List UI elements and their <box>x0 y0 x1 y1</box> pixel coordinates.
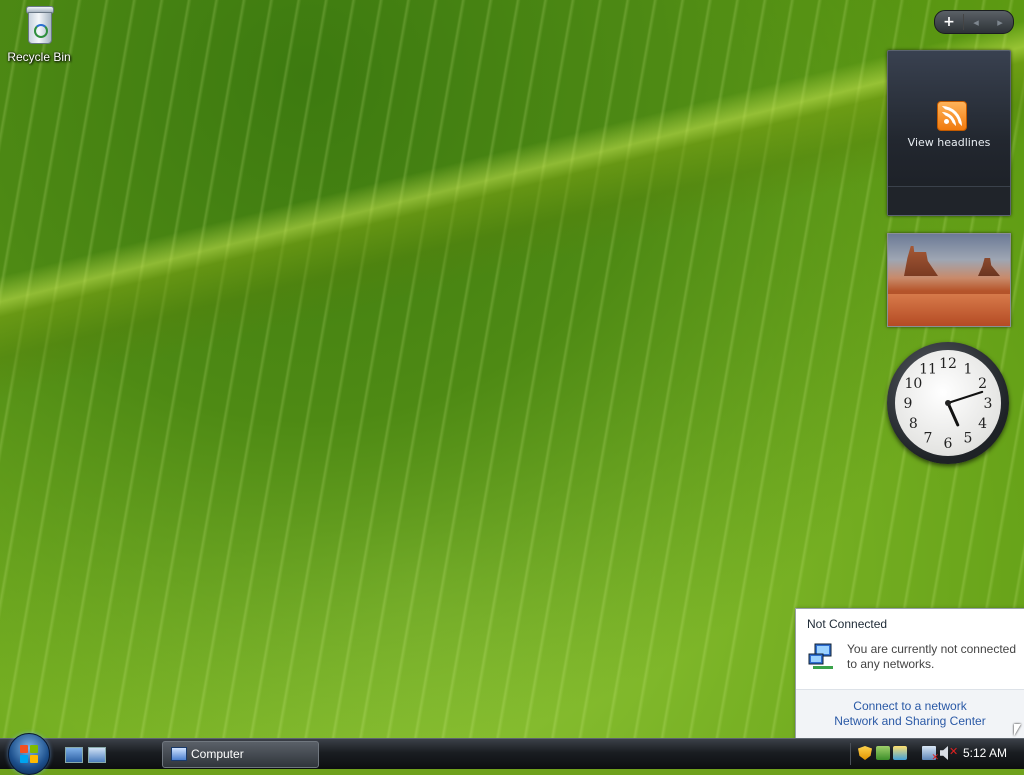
mouse-cursor <box>1014 724 1021 736</box>
tray-separator <box>850 743 851 765</box>
network-computers-icon <box>808 643 833 669</box>
start-button[interactable] <box>8 733 50 775</box>
sidebar-controls: + ◂ ▸ <box>934 10 1014 34</box>
clock-dial: 12 12 3 45678 9 1011 <box>904 356 993 452</box>
clock-number: 1 <box>964 361 973 377</box>
security-shield-icon[interactable] <box>858 746 872 760</box>
clock-number: 2 <box>978 376 987 392</box>
clock-number: 5 <box>964 431 973 447</box>
clock-hour-hand <box>946 401 960 427</box>
tray-windows-icon[interactable] <box>893 746 907 760</box>
clock-number: 8 <box>909 416 918 432</box>
add-gadget-button[interactable]: + <box>935 14 964 30</box>
clock-number: 12 <box>939 356 957 372</box>
network-notification-balloon: Not Connected You are currently not conn… <box>795 608 1024 740</box>
rss-icon <box>937 101 967 131</box>
taskbar-button-label: Computer <box>191 747 244 761</box>
feed-headlines-gadget[interactable]: View headlines <box>887 50 1011 216</box>
slideshow-gadget[interactable] <box>887 233 1011 327</box>
clock-gadget[interactable]: 12 1 2 3 4 5 6 7 8 9 10 11 <box>887 342 1009 464</box>
network-sharing-center-link[interactable]: Network and Sharing Center <box>796 714 1024 729</box>
switch-windows-icon[interactable] <box>88 747 106 763</box>
clock-minute-hand <box>947 390 984 404</box>
desktop-icon-recycle-bin[interactable]: Recycle Bin <box>6 4 72 64</box>
clock-number: 7 <box>924 431 933 447</box>
clock-number: 3 <box>984 396 993 412</box>
clock-number: 6 <box>944 436 953 452</box>
connect-to-network-link[interactable]: Connect to a network <box>796 699 1024 714</box>
clock-number: 10 <box>904 376 922 392</box>
next-page-button[interactable]: ▸ <box>988 16 1012 29</box>
notification-links: Connect to a network Network and Sharing… <box>796 689 1024 740</box>
previous-page-button[interactable]: ◂ <box>964 16 988 29</box>
clock-number: 4 <box>978 416 987 432</box>
landscape-photo <box>904 246 938 276</box>
feed-gadget-footer <box>888 186 1010 215</box>
mute-indicator-icon: ✕ <box>949 745 959 758</box>
show-desktop-icon[interactable] <box>65 747 83 763</box>
desktop-icon-label: Recycle Bin <box>7 50 71 64</box>
taskbar-button-computer[interactable]: Computer <box>162 741 319 768</box>
view-headlines-link[interactable]: View headlines <box>888 136 1010 149</box>
volume-icon[interactable] <box>940 746 948 760</box>
recycle-bin-icon <box>24 4 54 44</box>
taskbar: Computer ✕ 5:12 AM <box>0 733 1024 775</box>
notification-message: You are currently not connected to any n… <box>847 642 1017 671</box>
clock-number: 11 <box>919 361 937 377</box>
computer-icon <box>171 747 187 761</box>
notification-title: Not Connected <box>807 617 888 631</box>
taskbar-clock[interactable]: 5:12 AM <box>963 746 1007 760</box>
tray-app-icon[interactable] <box>876 746 890 760</box>
network-disconnected-icon[interactable] <box>922 746 939 763</box>
clock-number: 9 <box>904 396 913 412</box>
